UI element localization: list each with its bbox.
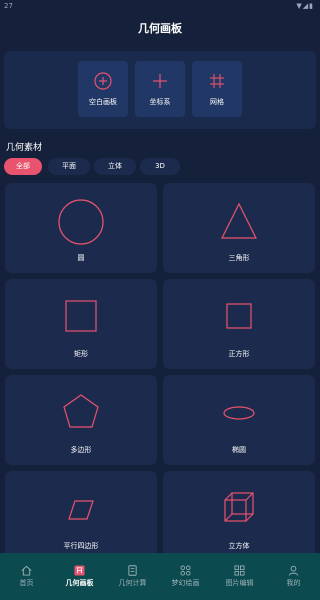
status-bar: 27 ▼◢▮ [0,0,320,14]
card-parallelogram[interactable]: 平行四边形 [5,471,157,561]
cube-icon [224,492,254,522]
coordinate-system-button[interactable]: 坐标系 [135,61,185,117]
nav-image-edit[interactable]: 图片编辑 [213,553,266,600]
card-rectangle[interactable]: 矩形 [5,279,157,369]
bottom-nav: 首页 几何画板 几何计算 梦幻绘画 图片编辑 我的 [0,553,320,600]
status-time: 27 [4,2,13,10]
nav-mine[interactable]: 我的 [267,553,320,600]
grid-dots-icon [180,565,191,576]
chip-all[interactable]: 全部 [4,158,42,175]
nav-dream-drawing[interactable]: 梦幻绘画 [159,553,212,600]
plus-circle-icon [94,72,112,90]
image-edit-icon [234,565,245,576]
filter-chips: 全部 平面 立体 3D [4,158,316,176]
section-title: 几何素材 [6,143,43,153]
home-icon [21,565,32,576]
square-icon [226,303,252,329]
grid-button[interactable]: 网格 [192,61,242,117]
card-circle[interactable]: 圆 [5,183,157,273]
blank-board-label: 空白画板 [89,98,117,106]
status-icons: ▼◢▮ [296,2,314,10]
ellipse-icon [223,406,255,420]
card-ellipse[interactable]: 椭圆 [163,375,315,465]
user-icon [288,565,299,576]
nav-home[interactable]: 首页 [0,553,53,600]
card-label: 多边形 [70,446,92,454]
nav-label: 我的 [286,579,301,587]
app-bar: 几何画板 [0,14,320,44]
rectangle-icon [65,300,97,332]
calc-icon [128,565,137,576]
parallelogram-icon [68,500,94,520]
card-polygon[interactable]: 多边形 [5,375,157,465]
hash-icon [210,74,224,88]
plus-icon [153,74,167,88]
card-label: 三角形 [228,254,250,262]
nav-label: 几何画板 [65,579,94,587]
card-label: 立方体 [228,542,250,550]
nav-geometry-calc[interactable]: 几何计算 [106,553,159,600]
card-triangle[interactable]: 三角形 [163,183,315,273]
circle-icon [58,199,104,245]
nav-label: 梦幻绘画 [171,579,200,587]
board-icon [74,565,85,576]
coordinate-system-label: 坐标系 [149,98,171,106]
nav-label: 首页 [19,579,34,587]
pentagon-icon [63,394,99,428]
chip-solid[interactable]: 立体 [94,158,136,175]
card-square[interactable]: 正方形 [163,279,315,369]
page-title: 几何画板 [138,22,182,35]
card-label: 平行四边形 [63,542,99,550]
nav-geometry-board[interactable]: 几何画板 [53,553,106,600]
chip-plane[interactable]: 平面 [48,158,90,175]
nav-label: 几何计算 [118,579,147,587]
tool-panel: 空白画板 坐标系 网格 [4,51,316,129]
card-label: 椭圆 [232,446,246,454]
nav-label: 图片编辑 [225,579,254,587]
card-label: 圆 [77,254,85,262]
chip-3d[interactable]: 3D [140,158,180,175]
triangle-icon [221,202,257,239]
card-label: 矩形 [74,350,88,358]
grid-label: 网格 [210,98,224,106]
blank-board-button[interactable]: 空白画板 [78,61,128,117]
card-label: 正方形 [228,350,250,358]
card-cube[interactable]: 立方体 [163,471,315,561]
